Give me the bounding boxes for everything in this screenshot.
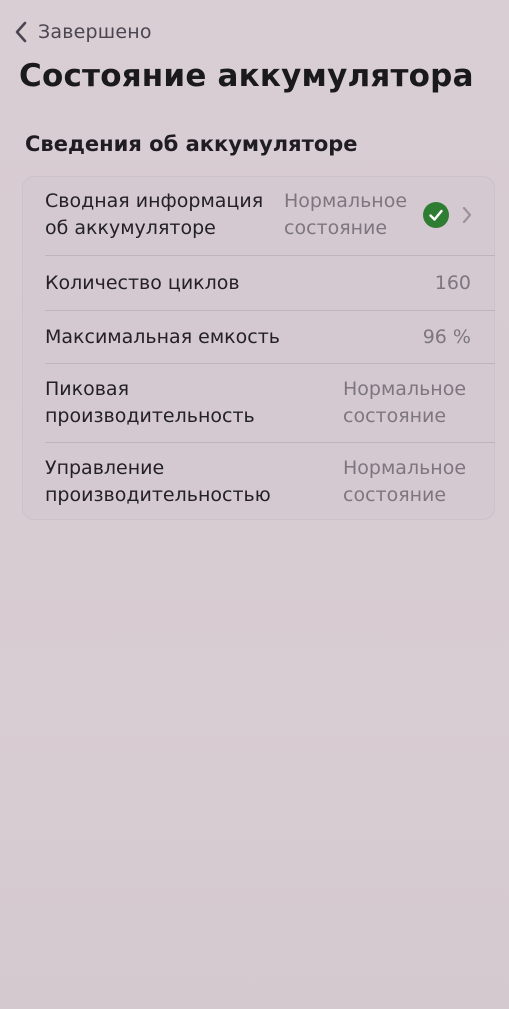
performance-management-row: Управление производительностью Нормально… <box>22 443 495 520</box>
cycle-count-row: Количество циклов 160 <box>22 256 495 310</box>
cycle-count-label: Количество циклов <box>45 272 240 294</box>
page-title: Состояние аккумулятора <box>19 58 474 94</box>
cycle-count-value: 160 <box>434 272 471 294</box>
battery-summary-value: Нормальное состояние <box>284 188 407 242</box>
performance-management-value-line2: состояние <box>343 484 447 506</box>
battery-summary-value-line1: Нормальное <box>284 190 408 212</box>
performance-management-label-line2: производительностью <box>45 484 271 506</box>
performance-management-label: Управление производительностью <box>45 455 271 509</box>
battery-summary-label: Сводная информация об аккумуляторе <box>45 188 263 242</box>
battery-summary-label-line1: Сводная информация <box>45 190 264 212</box>
back-button-label: Завершено <box>38 21 152 43</box>
peak-performance-label-line1: Пиковая <box>45 378 130 400</box>
battery-summary-row[interactable]: Сводная информация об аккумуляторе Норма… <box>22 176 495 255</box>
max-capacity-row: Максимальная емкость 96 % <box>22 311 495 363</box>
chevron-left-icon <box>15 21 27 43</box>
peak-performance-label-line2: производительность <box>45 405 255 427</box>
chevron-right-icon <box>462 206 472 224</box>
battery-summary-value-line2: состояние <box>284 217 388 239</box>
peak-performance-value: Нормальное состояние <box>343 376 466 430</box>
peak-performance-value-line2: состояние <box>343 405 447 427</box>
section-title: Сведения об аккумуляторе <box>25 132 358 156</box>
back-button[interactable]: Завершено <box>10 18 152 46</box>
battery-info-card: Сводная информация об аккумуляторе Норма… <box>22 176 495 520</box>
max-capacity-value: 96 % <box>422 326 471 348</box>
battery-summary-label-line2: об аккумуляторе <box>45 217 216 239</box>
green-check-icon <box>423 202 449 228</box>
peak-performance-row: Пиковая производительность Нормальное со… <box>22 364 495 442</box>
performance-management-value: Нормальное состояние <box>343 455 466 509</box>
performance-management-value-line1: Нормальное <box>343 457 467 479</box>
peak-performance-value-line1: Нормальное <box>343 378 467 400</box>
performance-management-label-line1: Управление <box>45 457 165 479</box>
peak-performance-label: Пиковая производительность <box>45 376 255 430</box>
max-capacity-label: Максимальная емкость <box>45 326 280 348</box>
